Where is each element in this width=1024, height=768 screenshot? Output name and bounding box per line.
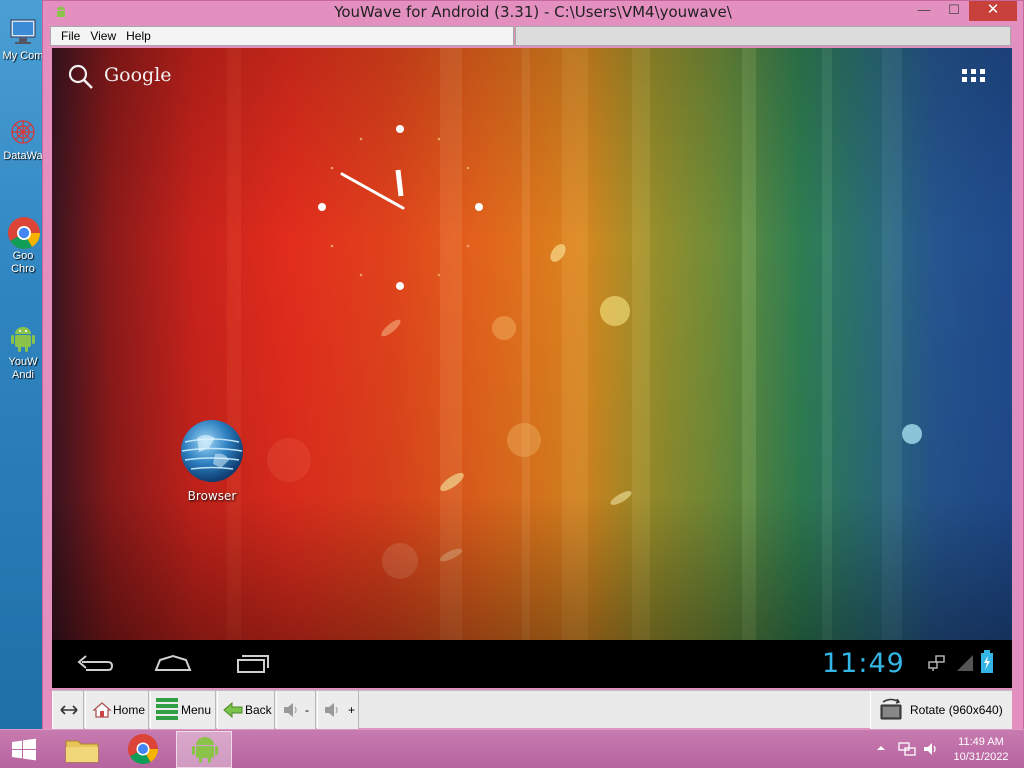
taskbar-youwave[interactable] [176, 731, 232, 768]
taskbar-date: 10/31/2022 [953, 751, 1009, 763]
close-button[interactable]: ✕ [969, 1, 1017, 21]
google-label: Google [104, 64, 172, 86]
chrome-icon [7, 216, 40, 249]
horizontal-arrows-icon [60, 705, 78, 715]
desktop-icon-label: Goo Chro [11, 250, 35, 275]
status-bar-clock: 11:49 [822, 648, 905, 679]
search-icon [68, 64, 93, 89]
menu-button[interactable]: Menu [150, 691, 216, 729]
android-home-button[interactable] [150, 648, 196, 680]
volume-down-button[interactable]: - [276, 691, 316, 729]
desktop-icon-my-computer[interactable]: My Com [0, 16, 46, 63]
tray-show-hidden-icon[interactable] [876, 742, 886, 756]
emulator-toolbar: Home Menu Back - + Rotate (960x640) [52, 690, 1012, 729]
folder-icon [65, 740, 99, 763]
desktop-icon-label: YouW Andi [8, 356, 38, 381]
menu-file[interactable]: File [61, 27, 80, 45]
android-screen[interactable]: Google Browser 11:49 [52, 48, 1012, 688]
windows-logo-icon [12, 738, 36, 761]
taskbar-file-explorer[interactable] [54, 731, 110, 768]
rotate-button-label: Rotate (960x640) [910, 703, 1003, 717]
all-apps-button[interactable] [962, 69, 990, 85]
home-button[interactable]: Home [85, 691, 149, 729]
taskbar-clock[interactable]: 11:49 AM 10/31/2022 [946, 735, 1016, 765]
taskbar-chrome[interactable] [115, 731, 171, 768]
tray-volume-icon[interactable] [922, 740, 940, 761]
volume-down-label: - [305, 703, 309, 717]
menu-lines-icon [156, 698, 178, 720]
rotate-device-icon [880, 698, 902, 720]
clock-face-icon [318, 125, 483, 290]
youwave-window: YouWave for Android (3.31) - C:\Users\VM… [42, 0, 1024, 736]
desktop-icon-google-chrome[interactable]: Goo Chro [0, 216, 46, 276]
signal-strength-icon [956, 654, 974, 675]
tray-network-icon[interactable] [898, 740, 916, 761]
title-bar[interactable]: YouWave for Android (3.31) - C:\Users\VM… [43, 1, 1023, 23]
android-recents-button[interactable] [230, 648, 276, 680]
wallpaper-shade [52, 48, 1012, 688]
browser-app-icon[interactable]: Browser [179, 418, 245, 503]
menu-help[interactable]: Help [126, 27, 151, 45]
android-nav-bar: 11:49 [52, 640, 1012, 688]
battery-charging-icon [980, 650, 994, 677]
volume-up-button[interactable]: + [317, 691, 359, 729]
recent-apps-icon [237, 655, 269, 673]
desktop-icon-datawave[interactable]: DataWa [0, 116, 46, 163]
menu-button-label: Menu [181, 703, 212, 717]
window-title: YouWave for Android (3.31) - C:\Users\VM… [334, 3, 732, 21]
back-button-label: Back [245, 703, 272, 717]
minimize-button[interactable]: — [909, 1, 939, 21]
home-icon [92, 702, 112, 718]
menu-view[interactable]: View [90, 27, 116, 45]
computer-icon [7, 16, 39, 48]
speaker-icon [284, 703, 297, 717]
network-icon [928, 654, 946, 675]
datawave-icon [7, 116, 39, 148]
apps-grid-icon [962, 69, 985, 82]
volume-up-label: + [348, 703, 356, 717]
speaker-icon [325, 703, 338, 717]
back-arrow-icon [223, 701, 243, 719]
start-button[interactable] [0, 731, 48, 768]
chrome-icon [128, 734, 158, 765]
analog-clock-widget[interactable] [318, 120, 488, 290]
rotate-button[interactable]: Rotate (960x640) [870, 691, 1012, 729]
resize-toggle-button[interactable] [52, 691, 84, 729]
google-search-widget[interactable]: Google [66, 62, 176, 92]
android-back-button[interactable] [72, 648, 118, 680]
browser-app-label: Browser [187, 489, 237, 503]
android-icon [192, 737, 218, 763]
desktop-icon-label: DataWa [3, 150, 43, 162]
menu-bar-spacer [515, 26, 1011, 46]
windows-taskbar: 11:49 AM 10/31/2022 [0, 729, 1024, 768]
taskbar-time: 11:49 AM [958, 736, 1004, 748]
desktop-icon-label: My Com [2, 50, 44, 62]
back-arrow-icon [77, 655, 114, 671]
home-button-label: Home [113, 703, 146, 717]
menu-bar: File View Help [50, 26, 514, 46]
desktop-icon-youwave[interactable]: YouW Andi [0, 322, 46, 382]
android-icon [7, 322, 39, 354]
maximize-button[interactable]: ☐ [939, 1, 969, 21]
home-outline-icon [154, 654, 192, 671]
browser-globe-icon [181, 420, 243, 482]
back-button[interactable]: Back [217, 691, 275, 729]
